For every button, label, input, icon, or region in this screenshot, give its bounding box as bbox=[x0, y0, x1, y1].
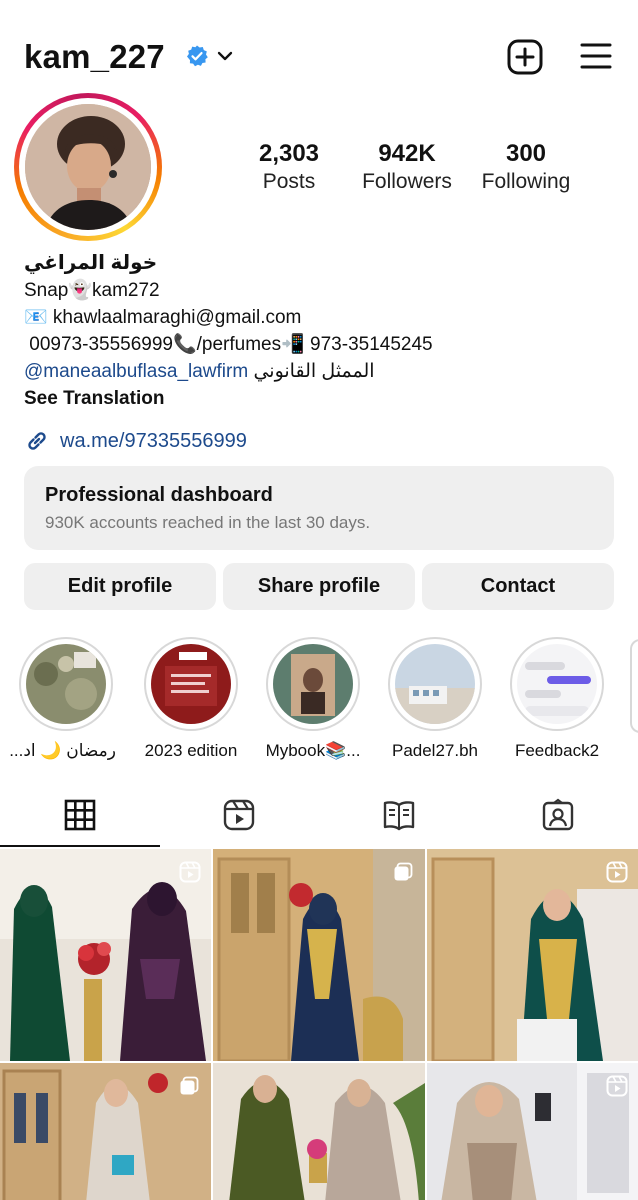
highlight-label: Padel27.bh bbox=[391, 741, 479, 760]
see-translation-button[interactable]: See Translation bbox=[24, 385, 624, 412]
followers-count: 942K bbox=[378, 140, 436, 167]
display-name: خولة المراغي bbox=[24, 252, 158, 274]
verified-badge-icon bbox=[187, 45, 208, 67]
stat-followers[interactable]: 942K Followers bbox=[356, 140, 458, 194]
posts-grid bbox=[0, 849, 638, 1200]
highlight-cover bbox=[26, 644, 106, 724]
highlight-item[interactable]: Feedback2 bbox=[507, 637, 607, 761]
following-count: 300 bbox=[505, 140, 547, 167]
professional-dashboard[interactable]: Professional dashboard 930K accounts rea… bbox=[24, 466, 614, 550]
bio-line-phone: 00973-35556999📞/perfumes📲 973-35145245 bbox=[24, 334, 433, 355]
tagged-icon[interactable] bbox=[540, 797, 576, 833]
username[interactable]: kam_227 bbox=[24, 38, 165, 76]
bio-link-text: wa.me/97335556999 bbox=[60, 429, 247, 452]
highlight-partial bbox=[630, 639, 638, 733]
highlight-cover bbox=[517, 644, 597, 724]
grid-post[interactable] bbox=[213, 849, 425, 1061]
new-post-plus-icon[interactable] bbox=[506, 38, 544, 76]
highlight-item[interactable]: رمضان 🌙 اد... bbox=[9, 637, 116, 761]
profile-tabs bbox=[0, 785, 638, 847]
highlight-label: Feedback2 bbox=[514, 741, 600, 760]
posts-count: 2,303 bbox=[258, 140, 320, 167]
highlight-item[interactable]: Mybook📚... bbox=[263, 637, 363, 761]
stat-posts[interactable]: 2,303 Posts bbox=[244, 140, 334, 194]
highlight-item[interactable]: Padel27.bh bbox=[385, 637, 485, 761]
avatar-photo bbox=[25, 104, 151, 230]
stat-following[interactable]: 300 Following bbox=[476, 140, 576, 194]
posts-label: Posts bbox=[262, 170, 316, 193]
highlight-label: Mybook📚... bbox=[265, 741, 361, 760]
mention-suffix: الممثل القانوني bbox=[248, 361, 375, 382]
link-icon bbox=[28, 432, 46, 450]
reels-icon[interactable] bbox=[221, 797, 257, 833]
highlight-cover bbox=[151, 644, 231, 724]
bio-line-snap: Snap👻kam272 bbox=[24, 280, 160, 301]
chevron-down-icon[interactable] bbox=[215, 46, 235, 66]
multi-post-icon bbox=[394, 862, 413, 881]
multi-post-icon bbox=[180, 1076, 199, 1095]
grid-icon[interactable] bbox=[62, 797, 98, 833]
grid-post[interactable] bbox=[0, 849, 211, 1061]
highlight-cover bbox=[273, 644, 353, 724]
grid-post[interactable] bbox=[427, 849, 638, 1061]
highlight-label: رمضان 🌙 اد... bbox=[9, 741, 116, 760]
active-tab-indicator bbox=[0, 845, 160, 847]
highlight-cover bbox=[395, 644, 475, 724]
followers-label: Followers bbox=[362, 170, 452, 193]
hamburger-menu-icon[interactable] bbox=[579, 40, 613, 72]
mention-link[interactable]: @maneaalbuflasa_lawfirm bbox=[24, 361, 248, 382]
edit-profile-button[interactable]: Edit profile bbox=[24, 563, 216, 610]
profile-bio: خولة المراغي Snap👻kam272 📧 khawlaalmarag… bbox=[24, 250, 624, 412]
reel-badge-icon bbox=[179, 861, 201, 883]
profile-avatar[interactable] bbox=[14, 93, 162, 241]
following-label: Following bbox=[481, 170, 571, 193]
dashboard-title: Professional dashboard bbox=[45, 484, 273, 506]
reel-badge-icon bbox=[606, 861, 628, 883]
bio-line-email: 📧 khawlaalmaraghi@gmail.com bbox=[24, 307, 302, 328]
contact-button[interactable]: Contact bbox=[422, 563, 614, 610]
share-profile-button[interactable]: Share profile bbox=[223, 563, 415, 610]
reel-badge-icon bbox=[606, 1075, 628, 1097]
highlight-label: 2023 edition bbox=[144, 741, 238, 760]
highlight-item[interactable]: 2023 edition bbox=[141, 637, 241, 761]
dashboard-subtitle: 930K accounts reached in the last 30 day… bbox=[45, 513, 371, 532]
grid-post[interactable] bbox=[427, 1063, 638, 1200]
bio-link[interactable]: wa.me/97335556999 bbox=[24, 426, 247, 456]
guide-icon[interactable] bbox=[381, 797, 417, 833]
grid-post[interactable] bbox=[213, 1063, 425, 1200]
grid-post[interactable] bbox=[0, 1063, 211, 1200]
bio-line-mention: @maneaalbuflasa_lawfirm الممثل القانوني bbox=[24, 358, 624, 385]
